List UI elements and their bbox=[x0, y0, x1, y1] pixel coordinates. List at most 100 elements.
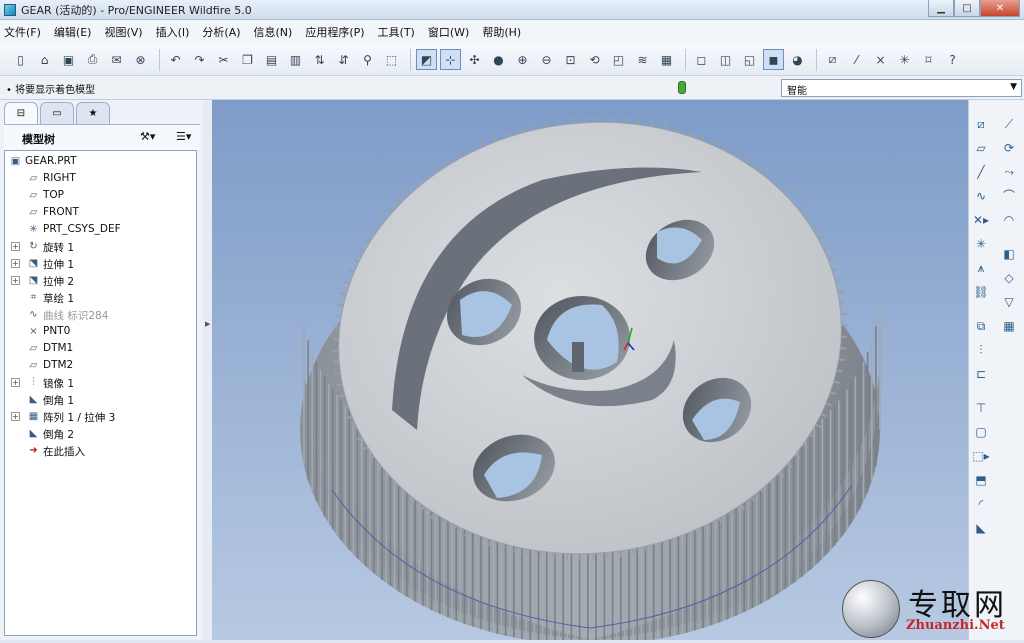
offset-tool-icon[interactable]: ▢ bbox=[971, 422, 991, 442]
expand-icon[interactable]: + bbox=[11, 242, 20, 251]
print-icon[interactable]: ⎙ bbox=[82, 49, 103, 70]
revolve-tool-icon[interactable]: ⟳ bbox=[999, 138, 1019, 158]
axis-tool-icon[interactable]: ╱ bbox=[971, 162, 991, 182]
tree-item[interactable]: ✳PRT_CSYS_DEF bbox=[5, 221, 195, 238]
mirror-tool-icon[interactable]: ⫶ bbox=[971, 340, 991, 360]
zoom-out-icon[interactable]: ⊖ bbox=[536, 49, 557, 70]
point-display-icon[interactable]: × bbox=[870, 49, 891, 70]
context-help-icon[interactable]: ? bbox=[942, 49, 963, 70]
menu-applications[interactable]: 应用程序(P) bbox=[305, 24, 364, 40]
reorient-icon[interactable]: ⟲ bbox=[584, 49, 605, 70]
tree-item[interactable]: ▱DTM2 bbox=[5, 357, 195, 374]
tree-item[interactable]: ▱DTM1 bbox=[5, 340, 195, 357]
draft-tool-icon[interactable]: ◇ bbox=[999, 268, 1019, 288]
tree-item[interactable]: ◣倒角 1 bbox=[5, 391, 195, 408]
tree-item[interactable]: ▱FRONT bbox=[5, 204, 195, 221]
no-hidden-icon[interactable]: ◱ bbox=[739, 49, 760, 70]
orient-mode-icon[interactable]: ✣ bbox=[464, 49, 485, 70]
curve-tool-icon[interactable]: ∿ bbox=[971, 186, 991, 206]
plane-display-icon[interactable]: ⧄ bbox=[822, 49, 843, 70]
appearance-icon[interactable]: ● bbox=[488, 49, 509, 70]
shading-icon[interactable]: ◼ bbox=[763, 49, 784, 70]
tree-item[interactable]: +⫶镜像 1 bbox=[5, 374, 195, 391]
expand-icon[interactable]: + bbox=[11, 412, 20, 421]
maximize-button[interactable]: □ bbox=[954, 0, 980, 17]
tree-item[interactable]: +⬔拉伸 1 bbox=[5, 255, 195, 272]
cut-icon[interactable]: ✂ bbox=[213, 49, 234, 70]
close-button[interactable]: ✕ bbox=[980, 0, 1020, 17]
menu-tools[interactable]: 工具(T) bbox=[378, 24, 415, 40]
menu-edit[interactable]: 编辑(E) bbox=[54, 24, 92, 40]
minimize-button[interactable]: ▁ bbox=[928, 0, 954, 17]
expand-icon[interactable]: + bbox=[11, 378, 20, 387]
tab-folder-browser[interactable]: ▭ bbox=[40, 102, 74, 124]
save-icon[interactable]: ▣ bbox=[58, 49, 79, 70]
rib-tool-icon[interactable]: ◧ bbox=[999, 244, 1019, 264]
axis-display-icon[interactable]: ⁄ bbox=[846, 49, 867, 70]
datum-plane-tool-icon[interactable]: ⧄ bbox=[971, 114, 991, 134]
menu-info[interactable]: 信息(N) bbox=[254, 24, 293, 40]
selection-filter-select[interactable]: 智能 ▼ bbox=[781, 79, 1022, 97]
expand-icon[interactable]: + bbox=[11, 259, 20, 268]
select-box-icon[interactable]: ⬚ bbox=[381, 49, 402, 70]
hidden-line-icon[interactable]: ◫ bbox=[715, 49, 736, 70]
extend-tool-icon[interactable]: ⬚▸ bbox=[971, 446, 991, 466]
analysis-tool-icon[interactable]: ⩚ bbox=[971, 258, 991, 278]
regen-manager-icon[interactable]: ⇵ bbox=[333, 49, 354, 70]
point-tool-icon[interactable]: ✕▸ bbox=[971, 210, 991, 230]
tree-item[interactable]: ➜在此插入 bbox=[5, 442, 195, 459]
menu-help[interactable]: 帮助(H) bbox=[482, 24, 521, 40]
datum-axis-tool-icon[interactable]: ⟋ bbox=[999, 114, 1019, 134]
open-folder-icon[interactable]: ⌂ bbox=[34, 49, 55, 70]
csys-tool-icon[interactable]: ✳ bbox=[971, 234, 991, 254]
find-icon[interactable]: ⚲ bbox=[357, 49, 378, 70]
round-tool-icon[interactable]: ◜ bbox=[971, 494, 991, 514]
zoom-in-icon[interactable]: ⊕ bbox=[512, 49, 533, 70]
redo-icon[interactable]: ↷ bbox=[189, 49, 210, 70]
tree-item[interactable]: ∿曲线 标识284 bbox=[5, 306, 195, 323]
tree-item[interactable]: ◣倒角 2 bbox=[5, 425, 195, 442]
send-mail-icon[interactable]: ✉ bbox=[106, 49, 127, 70]
spin-center-icon[interactable]: ⊹ bbox=[440, 49, 461, 70]
undo-icon[interactable]: ↶ bbox=[165, 49, 186, 70]
menu-window[interactable]: 窗口(W) bbox=[428, 24, 469, 40]
tab-favorites[interactable]: ★ bbox=[76, 102, 110, 124]
group-tool-icon[interactable]: ▦ bbox=[999, 316, 1019, 336]
copy-icon[interactable]: ❐ bbox=[237, 49, 258, 70]
collapse-arrow-icon[interactable]: ▶ bbox=[205, 320, 210, 328]
tree-show-icon[interactable]: ☰▾ bbox=[176, 130, 191, 143]
chain-tool-icon[interactable]: ⛓ bbox=[971, 282, 991, 302]
tree-item[interactable]: ▣GEAR.PRT bbox=[5, 153, 195, 170]
regenerate-icon[interactable]: ⇅ bbox=[309, 49, 330, 70]
panel-splitter[interactable]: ▶ bbox=[203, 100, 212, 640]
merge-tool-icon[interactable]: ⊏ bbox=[971, 364, 991, 384]
tree-item[interactable]: ×PNT0 bbox=[5, 323, 195, 340]
tree-item[interactable]: ▱RIGHT bbox=[5, 170, 195, 187]
trim-tool-icon[interactable]: ⊤ bbox=[971, 398, 991, 418]
hole-tool-icon[interactable]: ▽ bbox=[999, 292, 1019, 312]
chamfer-tool-icon[interactable]: ◣ bbox=[971, 518, 991, 538]
expand-icon[interactable]: + bbox=[11, 276, 20, 285]
menu-analysis[interactable]: 分析(A) bbox=[202, 24, 240, 40]
refit-icon[interactable]: ⊡ bbox=[560, 49, 581, 70]
graphics-viewport[interactable] bbox=[212, 100, 968, 640]
layers-icon[interactable]: ≋ bbox=[632, 49, 653, 70]
copy-paste-tool-icon[interactable]: ⧉ bbox=[971, 316, 991, 336]
blend-tool-icon[interactable]: ⌒ bbox=[999, 186, 1019, 206]
saved-views-icon[interactable]: ◰ bbox=[608, 49, 629, 70]
view-manager-icon[interactable]: ▦ bbox=[656, 49, 677, 70]
repaint-icon[interactable]: ◩ bbox=[416, 49, 437, 70]
tree-item[interactable]: ⌗草绘 1 bbox=[5, 289, 195, 306]
menu-insert[interactable]: 插入(I) bbox=[156, 24, 190, 40]
wireframe-icon[interactable]: ◻ bbox=[691, 49, 712, 70]
tree-item[interactable]: +⬔拉伸 2 bbox=[5, 272, 195, 289]
sweep-tool-icon[interactable]: ⤳ bbox=[999, 162, 1019, 182]
tree-item[interactable]: +▦阵列 1 / 拉伸 3 bbox=[5, 408, 195, 425]
paste-icon[interactable]: ▤ bbox=[261, 49, 282, 70]
tree-settings-icon[interactable]: ⚒▾ bbox=[140, 130, 155, 143]
plane-tool-icon[interactable]: ▱ bbox=[971, 138, 991, 158]
new-file-icon[interactable]: ▯ bbox=[10, 49, 31, 70]
tree-item[interactable]: ▱TOP bbox=[5, 187, 195, 204]
menu-view[interactable]: 视图(V) bbox=[104, 24, 142, 40]
close-window-icon[interactable]: ⊗ bbox=[130, 49, 151, 70]
